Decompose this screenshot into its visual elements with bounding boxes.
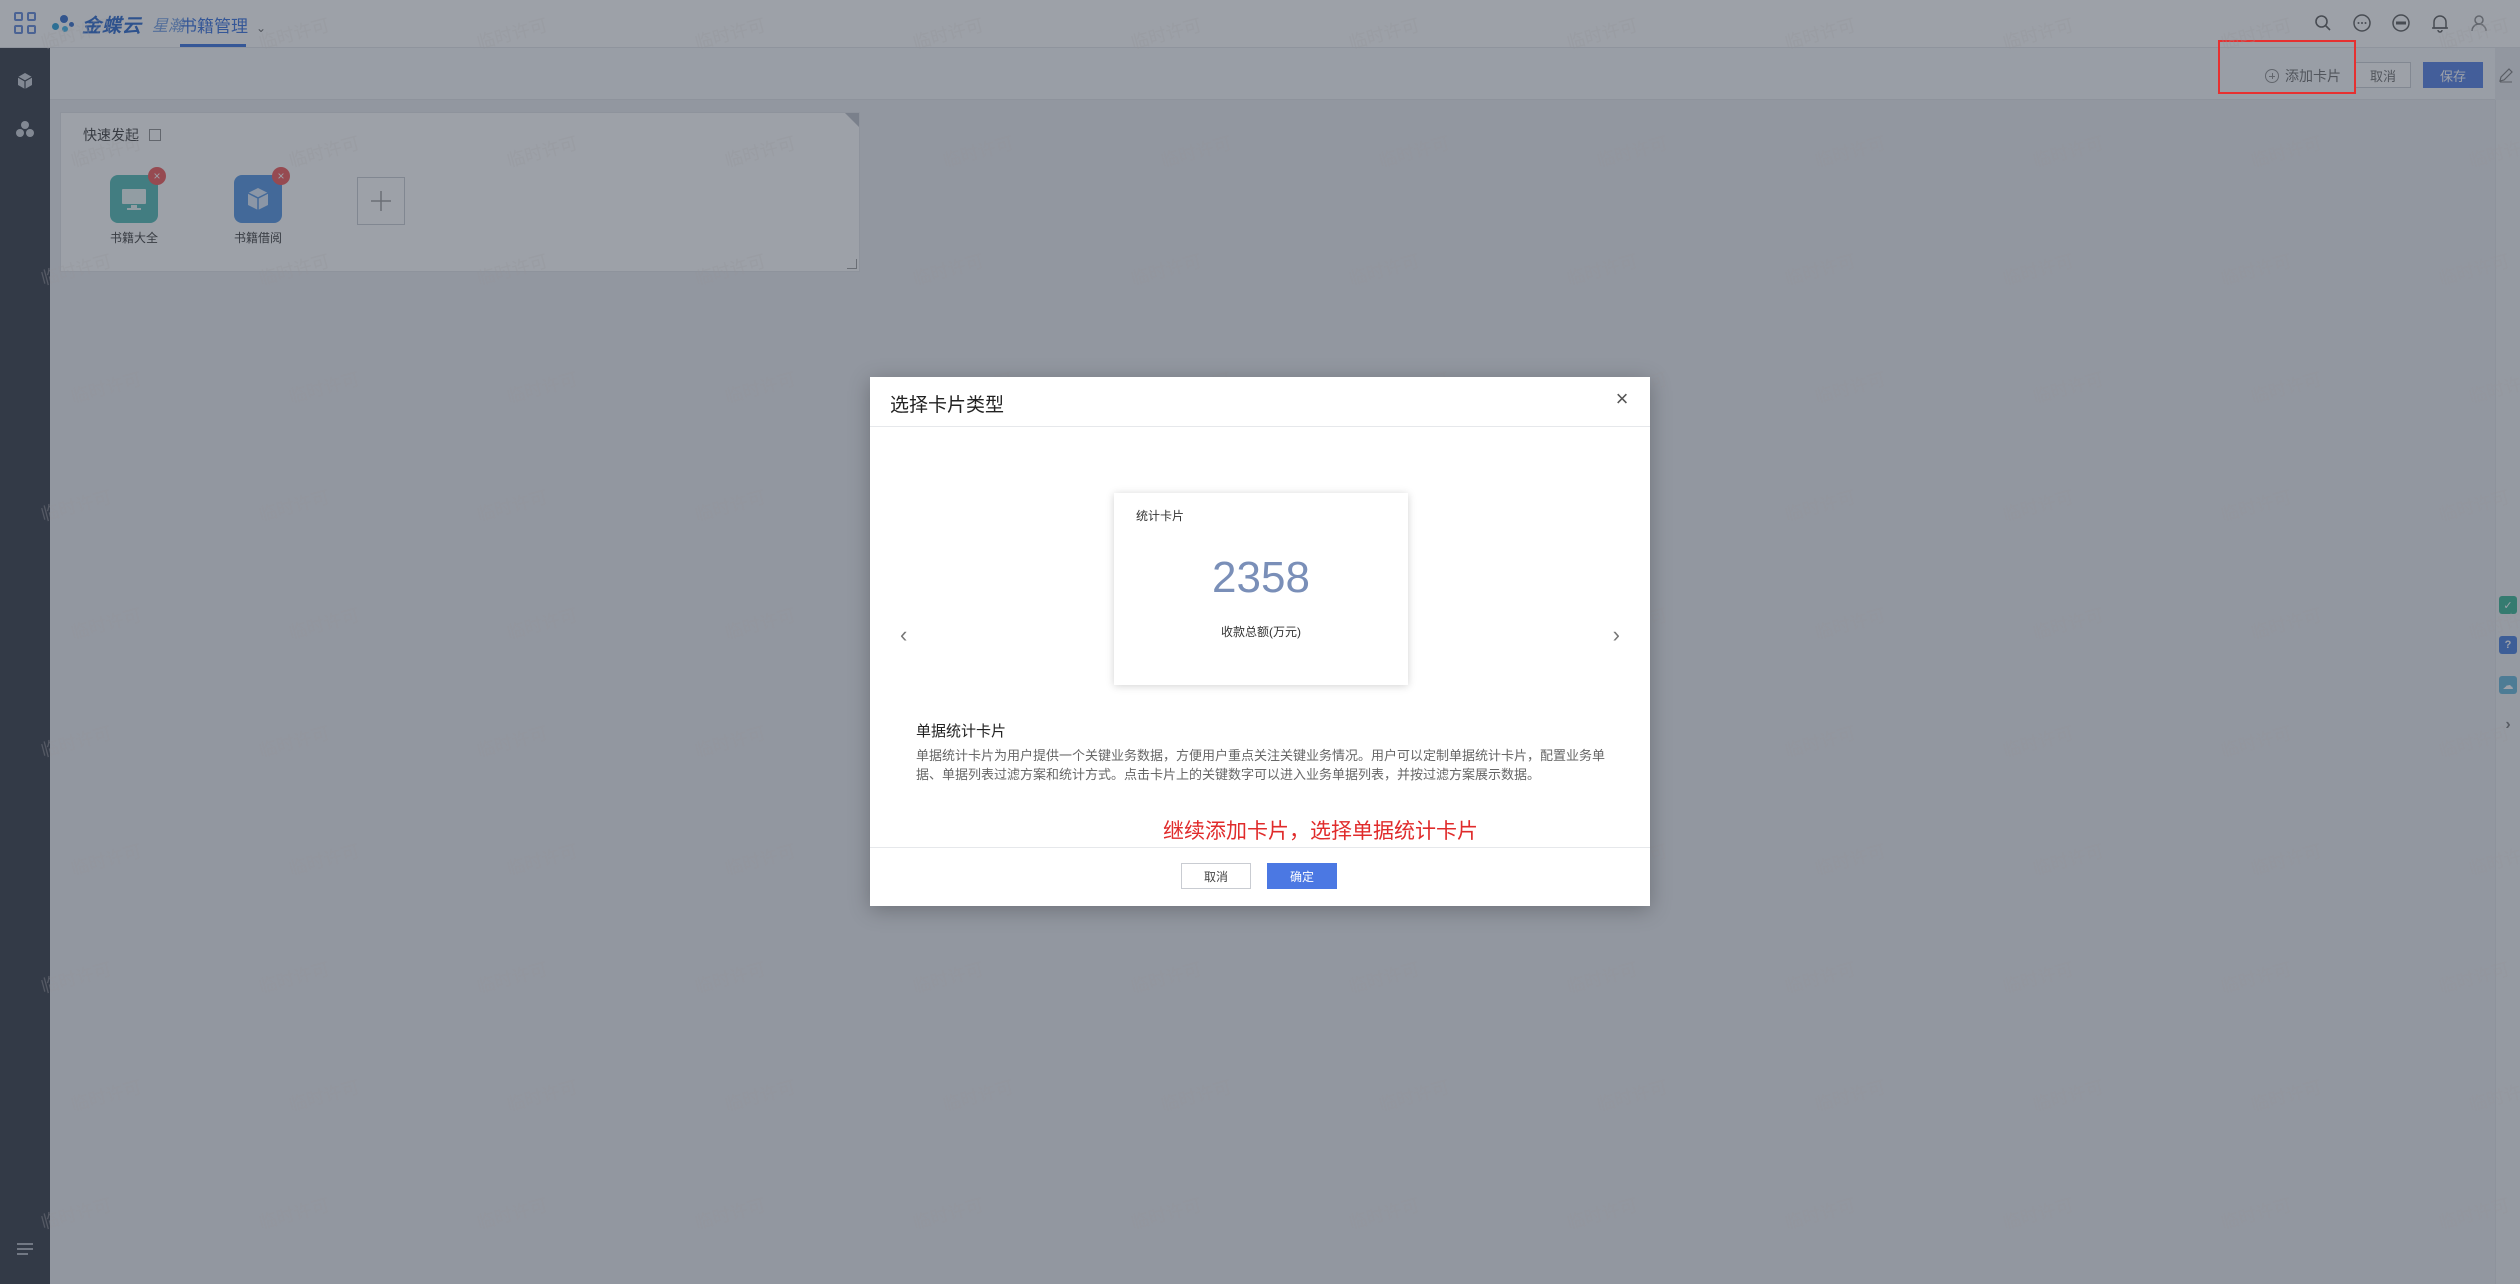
- card-type-description: 单据统计卡片为用户提供一个关键业务数据，方便用户重点关注关键业务情况。用户可以定…: [916, 748, 1606, 782]
- dialog-title: 选择卡片类型: [890, 395, 1005, 416]
- preview-caption: 收款总额(万元): [1221, 625, 1301, 639]
- instruction-annotation: 继续添加卡片，选择单据统计卡片: [1163, 820, 1478, 843]
- preview-number: 2358: [1212, 553, 1310, 602]
- chevron-right-icon[interactable]: ›: [1613, 622, 1620, 648]
- dialog-cancel-button[interactable]: 取消: [1181, 863, 1251, 889]
- dialog-header: 选择卡片类型 ×: [870, 377, 1650, 427]
- card-type-title: 单据统计卡片: [916, 723, 1007, 740]
- dialog-footer: [870, 847, 1650, 906]
- select-card-type-dialog: 选择卡片类型 × ‹ 统计卡片 2358 收款总额(万元) › 单据统计卡片 单…: [870, 377, 1650, 906]
- dialog-confirm-button[interactable]: 确定: [1267, 863, 1337, 889]
- chevron-left-icon[interactable]: ‹: [900, 622, 907, 648]
- close-icon[interactable]: ×: [1612, 388, 1632, 410]
- preview-title: 统计卡片: [1136, 509, 1185, 523]
- highlight-box: [2218, 40, 2356, 94]
- card-preview[interactable]: 统计卡片 2358 收款总额(万元): [1114, 493, 1408, 685]
